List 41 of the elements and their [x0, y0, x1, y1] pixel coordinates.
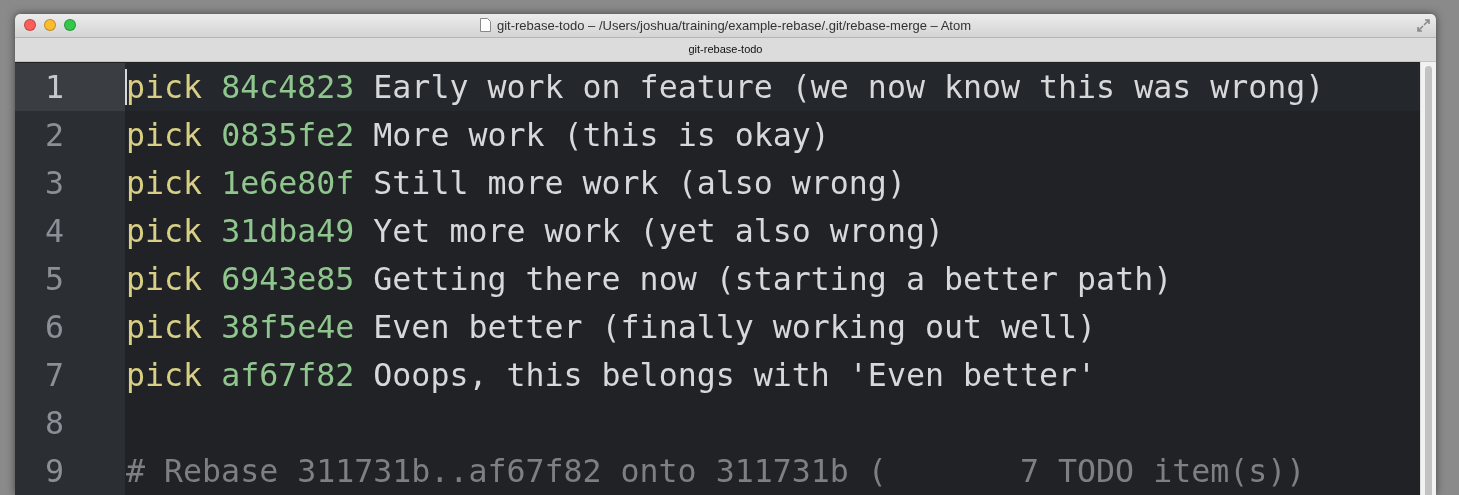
line-number: 9 — [44, 453, 64, 489]
commit-hash: 6943e85 — [221, 261, 355, 297]
commit-hash: 0835fe2 — [221, 117, 355, 153]
minimize-icon[interactable] — [44, 19, 56, 32]
line-number: 4 — [44, 213, 64, 249]
commit-message: Early work on feature (we now know this was wrong) — [373, 69, 1325, 105]
pick-keyword: pick — [126, 69, 203, 105]
commit-hash: 31dba49 — [221, 213, 355, 249]
line-number: 1 — [44, 69, 64, 105]
commit-hash: 38f5e4e — [221, 309, 355, 345]
line-number: 5 — [44, 261, 64, 297]
fullscreen-icon[interactable] — [1417, 18, 1430, 32]
zoom-icon[interactable] — [64, 19, 76, 32]
code-comment: # Rebase 311731b..af67f82 onto 311731b ( 7 TODO item(s)) — [126, 453, 1306, 489]
pick-keyword: pick — [126, 261, 203, 297]
commit-message: Even better (finally working out well) — [373, 309, 1097, 345]
pick-keyword: pick — [126, 165, 203, 201]
text-cursor — [125, 69, 127, 105]
pick-keyword: pick — [126, 117, 203, 153]
commit-message: Ooops, this belongs with 'Even better' — [373, 357, 1097, 393]
line-number: 8 — [44, 405, 64, 441]
line-number: 3 — [44, 165, 64, 201]
pick-keyword: pick — [126, 357, 203, 393]
line-number: 7 — [44, 357, 64, 393]
window-title: git-rebase-todo – /Users/joshua/training/example-rebase/.git/rebase-merge – Atom — [497, 17, 971, 33]
commit-hash: af67f82 — [221, 357, 355, 393]
commit-message: Still more work (also wrong) — [373, 165, 906, 201]
scrollbar-thumb[interactable] — [1425, 66, 1432, 495]
line-number: 2 — [44, 117, 64, 153]
scrollbar[interactable] — [1420, 62, 1436, 495]
commit-message: Yet more work (yet also wrong) — [373, 213, 944, 249]
close-icon[interactable] — [24, 19, 36, 32]
file-tab[interactable]: git-rebase-todo — [676, 41, 775, 58]
pick-keyword: pick — [126, 309, 203, 345]
document-icon — [480, 18, 491, 33]
commit-message: More work (this is okay) — [373, 117, 830, 153]
commit-hash: 84c4823 — [221, 69, 355, 105]
commit-message: Getting there now (starting a better path) — [373, 261, 1173, 297]
line-number: 6 — [44, 309, 64, 345]
pick-keyword: pick — [126, 213, 203, 249]
commit-hash: 1e6e80f — [221, 165, 355, 201]
